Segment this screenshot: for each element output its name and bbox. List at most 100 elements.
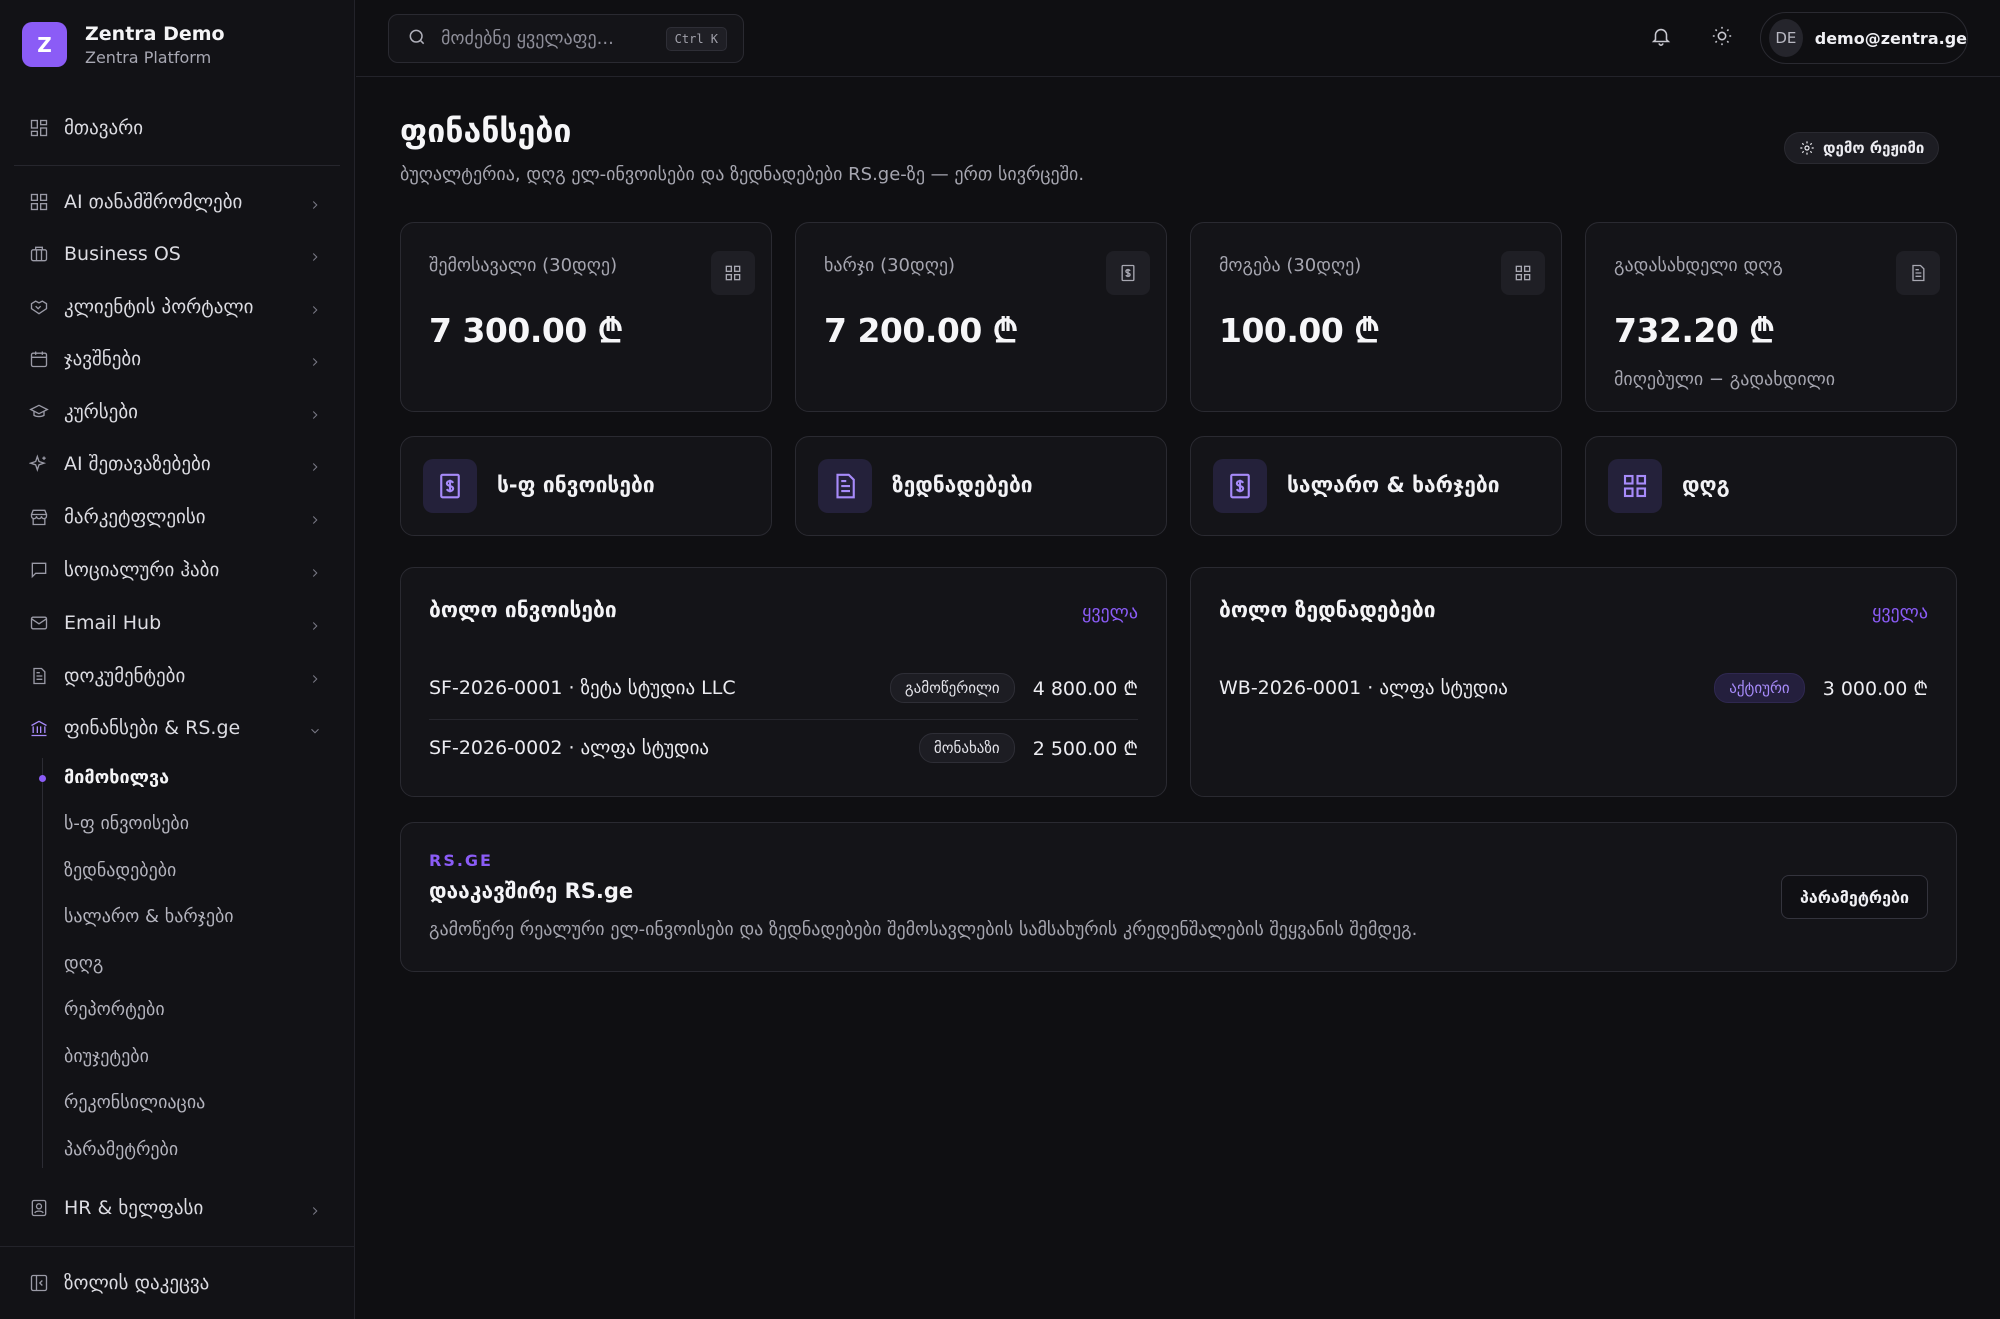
sidebar-item-label: ფინანსები & RS.ge xyxy=(64,717,241,739)
invoice-amount: 4 800.00 ₾ xyxy=(1032,678,1138,700)
search-icon xyxy=(407,27,427,51)
view-all-invoices-link[interactable]: ყველა xyxy=(1082,602,1138,623)
rsge-settings-button[interactable]: პარამეტრები xyxy=(1781,875,1928,919)
submenu-item-budgets[interactable]: ბიუჯეტები xyxy=(64,1046,149,1067)
table-row[interactable]: SF-2026-0001 · ზეტა სტუდია LLC გამოწერილ… xyxy=(429,660,1138,716)
sun-icon[interactable] xyxy=(1711,25,1737,51)
table-row[interactable]: WB-2026-0001 · ალფა სტუდია აქტიური 3 000… xyxy=(1219,660,1928,716)
quick-action-invoices[interactable]: ს-ფ ინვოისები xyxy=(400,436,772,536)
status-badge: აქტიური xyxy=(1714,673,1805,703)
waybill-title: WB-2026-0001 · ალფა სტუდია xyxy=(1219,677,1508,699)
main-content: ფინანსები ბუღალტერია, დღგ ელ-ინვოისები დ… xyxy=(356,78,2000,1319)
user-menu[interactable]: DE demo@zentra.ge xyxy=(1760,12,1968,64)
chevron-right-icon xyxy=(308,300,322,314)
receipt-icon xyxy=(423,459,477,513)
sidebar-item-business-os[interactable]: Business OS xyxy=(14,231,340,277)
quick-action-label: სალარო & ხარჯები xyxy=(1287,473,1500,497)
sidebar-divider xyxy=(14,165,340,166)
recent-waybills-panel: ბოლო ზედნადებები ყველა WB-2026-0001 · ალ… xyxy=(1190,567,1957,797)
submenu-item-overview[interactable]: მიმოხილვა xyxy=(64,767,169,788)
rsge-title: დააკავშირე RS.ge xyxy=(429,879,634,903)
quick-action-label: ზედნადებები xyxy=(892,473,1033,497)
chevron-right-icon xyxy=(308,247,322,261)
view-all-waybills-link[interactable]: ყველა xyxy=(1872,602,1928,623)
sidebar-item-home[interactable]: მთავარი xyxy=(14,105,340,151)
table-row[interactable]: SF-2026-0002 · ალფა სტუდია მონახაზი 2 50… xyxy=(429,720,1138,776)
quick-action-waybills[interactable]: ზედნადებები xyxy=(795,436,1167,536)
demo-mode-label: დემო რეჟიმი xyxy=(1823,139,1925,157)
sidebar-item-label: კურსები xyxy=(64,401,138,423)
sidebar-item-label: სოციალური ჰაბი xyxy=(64,559,220,581)
sidebar-item-ai-employees[interactable]: AI თანამშრომლები xyxy=(14,179,340,225)
sidebar-item-ai-offers[interactable]: AI შეთავაზებები xyxy=(14,441,340,487)
brand-subtitle: Zentra Platform xyxy=(85,47,212,67)
document-icon xyxy=(818,459,872,513)
avatar: DE xyxy=(1769,19,1803,57)
sidebar-item-label: ჯავშნები xyxy=(64,348,142,370)
grid-icon xyxy=(1608,459,1662,513)
sidebar-item-email-hub[interactable]: Email Hub xyxy=(14,600,340,646)
sidebar-item-bookings[interactable]: ჯავშნები xyxy=(14,336,340,382)
search-input[interactable]: მოძებნე ყველაფე... Ctrl K xyxy=(388,14,744,63)
submenu-item-reconciliation[interactable]: რეკონსილიაცია xyxy=(64,1092,205,1113)
stat-note: მიღებული − გადახდილი xyxy=(1614,369,1836,390)
sidebar-item-hr[interactable]: HR & ხელფასი xyxy=(14,1185,340,1231)
status-badge: მონახაზი xyxy=(918,733,1015,763)
sidebar-item-label: Email Hub xyxy=(64,612,162,634)
chevron-right-icon xyxy=(308,510,322,524)
sidebar-item-label: კლიენტის პორტალი xyxy=(64,296,254,318)
sidebar-footer-divider xyxy=(0,1246,355,1247)
submenu-item-cash-expenses[interactable]: სალარო & ხარჯები xyxy=(64,906,234,927)
page-subtitle: ბუღალტერია, დღგ ელ-ინვოისები და ზედნადებ… xyxy=(400,164,1085,185)
chevron-right-icon xyxy=(308,405,322,419)
rsge-description: გამოწერე რეალური ელ-ინვოისები და ზედნადე… xyxy=(429,919,1418,940)
sidebar-item-finance[interactable]: ფინანსები & RS.ge xyxy=(14,705,340,751)
chevron-right-icon xyxy=(308,616,322,630)
stat-value: 7 300.00 ₾ xyxy=(429,311,623,350)
chat-icon xyxy=(28,559,50,581)
sidebar-item-documents[interactable]: დოკუმენტები xyxy=(14,653,340,699)
submenu-item-vat[interactable]: დღგ xyxy=(64,953,103,974)
receipt-icon xyxy=(1106,251,1150,295)
submenu-item-invoices[interactable]: ს-ფ ინვოისები xyxy=(64,813,189,834)
demo-mode-badge[interactable]: დემო რეჟიმი xyxy=(1784,132,1940,164)
rsge-kicker: RS.GE xyxy=(429,851,493,870)
submenu-item-waybills[interactable]: ზედნადებები xyxy=(64,860,176,881)
sidebar: Z Zentra Demo Zentra Platform მთავარი AI… xyxy=(0,0,355,1319)
search-placeholder: მოძებნე ყველაფე... xyxy=(441,28,614,49)
submenu-item-reports[interactable]: რეპორტები xyxy=(64,999,165,1020)
brand-title: Zentra Demo xyxy=(85,22,225,45)
user-email: demo@zentra.ge xyxy=(1814,28,1967,48)
stat-value: 100.00 ₾ xyxy=(1219,311,1380,350)
status-badge: გამოწერილი xyxy=(889,673,1015,703)
grid-icon xyxy=(711,251,755,295)
store-icon xyxy=(28,506,50,528)
stat-card-profit: მოგება (30დღე) 100.00 ₾ xyxy=(1190,222,1562,412)
waybill-amount: 3 000.00 ₾ xyxy=(1822,678,1928,700)
chevron-right-icon xyxy=(308,457,322,471)
sidebar-item-social-hub[interactable]: სოციალური ჰაბი xyxy=(14,547,340,593)
sidebar-collapse-button[interactable]: ზოლის დაკეცვა xyxy=(14,1260,340,1306)
sidebar-item-label: მთავარი xyxy=(64,117,144,139)
panel-title: ბოლო ზედნადებები xyxy=(1219,598,1436,622)
submenu-guide-line xyxy=(42,758,43,1168)
bank-icon xyxy=(28,717,50,739)
sidebar-item-label: მარკეტფლეისი xyxy=(64,506,206,528)
grid-icon xyxy=(1501,251,1545,295)
quick-action-vat[interactable]: დღგ xyxy=(1585,436,1957,536)
brand[interactable]: Z Zentra Demo Zentra Platform xyxy=(22,22,225,67)
sidebar-item-client-portal[interactable]: კლიენტის პორტალი xyxy=(14,284,340,330)
sidebar-collapse-label: ზოლის დაკეცვა xyxy=(64,1272,210,1294)
sidebar-item-courses[interactable]: კურსები xyxy=(14,389,340,435)
bell-icon[interactable] xyxy=(1650,25,1676,51)
submenu-item-settings[interactable]: პარამეტრები xyxy=(64,1139,178,1160)
chevron-right-icon xyxy=(308,563,322,577)
quick-action-label: ს-ფ ინვოისები xyxy=(497,473,655,497)
chevron-right-icon xyxy=(308,352,322,366)
gear-icon xyxy=(1800,141,1814,155)
quick-action-cash-expenses[interactable]: სალარო & ხარჯები xyxy=(1190,436,1562,536)
grid-icon xyxy=(28,191,50,213)
sidebar-item-label: HR & ხელფასი xyxy=(64,1197,204,1219)
sidebar-item-marketplace[interactable]: მარკეტფლეისი xyxy=(14,494,340,540)
stat-label: გადასახდელი დღგ xyxy=(1614,255,1783,276)
